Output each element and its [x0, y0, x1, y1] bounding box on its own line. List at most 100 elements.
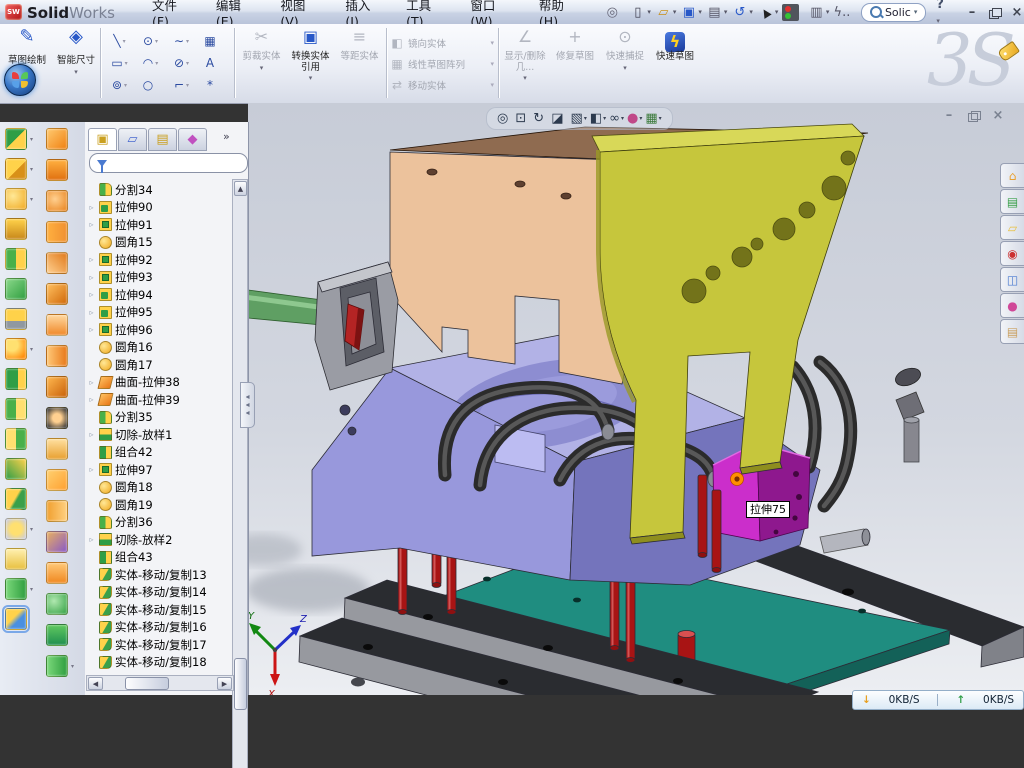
knit-surface-icon[interactable]: ▾ — [46, 469, 68, 491]
smart-dimension-button[interactable]: ◈ 智能尺寸 ▾ — [53, 32, 99, 104]
reference-point-icon[interactable]: ▾ — [5, 518, 27, 540]
replace-face-icon[interactable]: ▾ — [46, 438, 68, 460]
dropdown-caret-icon[interactable]: ▾ — [30, 136, 33, 143]
tree-item[interactable]: ▹ 圆角18 — [87, 479, 231, 497]
search-input[interactable]: Solic ▾ — [861, 3, 926, 22]
spline-tool[interactable]: ∼ ▾ — [166, 30, 197, 52]
doc-minimize-button[interactable]: – — [942, 108, 956, 123]
propertymanager-tab[interactable]: ▱ — [118, 128, 147, 151]
display-style-icon[interactable]: ◧ ▾ — [590, 111, 606, 126]
restore-button[interactable] — [989, 8, 1000, 18]
rebuild-button[interactable]: ▾ — [782, 4, 804, 21]
trim-entities-button[interactable]: ✂ 剪裁实体 ▾ — [238, 32, 285, 84]
dropdown-caret-icon[interactable]: ▾ — [186, 82, 189, 89]
polygon-tool[interactable]: ○ ▾ — [135, 74, 166, 96]
circle-tool[interactable]: ⊙ ▾ — [135, 30, 166, 52]
expand-arrow-icon[interactable]: ▹ — [87, 378, 96, 387]
new-file-button[interactable]: ▯ ▾ — [629, 4, 651, 21]
tree-item[interactable]: ▹ 分割35 — [87, 409, 231, 427]
select-button[interactable]: ▲ ▾ — [757, 4, 779, 21]
dropdown-caret-icon[interactable]: ▾ — [30, 586, 33, 593]
curve-icon[interactable]: ▾ — [5, 578, 27, 600]
tree-item[interactable]: ▹ 实体-移动/复制13 — [87, 566, 231, 584]
text-tool[interactable]: A ▾ — [197, 52, 228, 74]
tree-item[interactable]: ▹ 拉伸93 — [87, 269, 231, 287]
featuremanager-tab[interactable]: ▣ — [88, 128, 117, 151]
planar-surface-icon[interactable]: ▾ — [46, 314, 68, 336]
taskpane-view-palette-tab[interactable]: ◫ — [1000, 267, 1024, 292]
split-icon[interactable]: ▾ — [5, 398, 27, 420]
tree-item[interactable]: ▹ 分割36 — [87, 514, 231, 532]
tree-item[interactable]: ▹ 拉伸91 — [87, 216, 231, 234]
taskpane-file-explorer-tab[interactable]: ▱ — [1000, 215, 1024, 240]
extruded-surface-icon[interactable]: ▾ — [46, 190, 68, 212]
dropdown-caret-icon[interactable]: ▾ — [698, 8, 702, 16]
dropdown-caret-icon[interactable]: ▾ — [603, 115, 606, 122]
doc-restore-button[interactable] — [968, 111, 979, 121]
ruled-surface-icon[interactable]: ▾ — [46, 376, 68, 398]
rotate-view-icon[interactable]: ↻ ▾ — [533, 111, 548, 126]
sketch-fillet-tool[interactable]: ⌐ ▾ — [166, 74, 197, 96]
model-clamp[interactable] — [248, 262, 398, 390]
convert-entities-button[interactable]: ▣ 转换实体引用 ▾ — [287, 32, 334, 84]
delete-face-icon[interactable]: ▾ — [46, 407, 68, 429]
tree-item[interactable]: ▹ 切除-放样1 — [87, 426, 231, 444]
scroll-right-button[interactable]: ▶ — [217, 677, 232, 690]
taskpane-toolbox-tab[interactable]: ◉ — [1000, 241, 1024, 266]
line-tool[interactable]: ╲ ▾ — [104, 30, 135, 52]
dimxpertmanager-tab[interactable]: ◆ — [178, 128, 207, 151]
view-orientation-icon[interactable]: ▧ ▾ — [571, 111, 587, 126]
dropdown-caret-icon[interactable]: ▾ — [238, 63, 285, 74]
vscroll-thumb[interactable] — [234, 658, 247, 710]
tree-item[interactable]: ▹ 圆角17 — [87, 356, 231, 374]
power-select-icon[interactable]: ϟ.. ▾ — [833, 4, 855, 21]
dropdown-caret-icon[interactable]: ▾ — [155, 60, 158, 67]
tree-vscrollbar[interactable]: ▲ ▼ — [232, 179, 248, 768]
repair-sketch-button[interactable]: + 修复草图 ▾ — [552, 32, 598, 84]
search-caret-icon[interactable]: ▾ — [914, 8, 918, 16]
move-copy-body-icon[interactable]: ▾ — [5, 488, 27, 510]
tree-item[interactable]: ▹ 拉伸94 — [87, 286, 231, 304]
swept-boss-icon[interactable]: ▾ — [5, 218, 27, 240]
split-body-icon[interactable]: ▾ — [5, 428, 27, 450]
reference-plane-icon[interactable]: ▾ — [5, 548, 27, 570]
dropdown-caret-icon[interactable]: ▾ — [826, 8, 830, 16]
tree-item[interactable]: ▹ 组合43 — [87, 549, 231, 567]
point-tool[interactable]: * ▾ — [197, 74, 228, 96]
extend-surface-icon[interactable]: ▾ — [46, 500, 68, 522]
chamfer-icon[interactable]: ▾ — [5, 278, 27, 300]
dropdown-caret-icon[interactable]: ▾ — [30, 526, 33, 533]
taskpane-custom-props-tab[interactable]: ▤ — [1000, 319, 1024, 344]
tree-item[interactable]: ▹ 曲面-拉伸39 — [87, 391, 231, 409]
dropdown-caret-icon[interactable]: ▾ — [186, 60, 189, 67]
tree-item[interactable]: ▹ 实体-移动/复制15 — [87, 601, 231, 619]
expand-arrow-icon[interactable]: ▹ — [87, 465, 96, 474]
tree-item[interactable]: ▹ 拉伸96 — [87, 321, 231, 339]
ellipse-tool[interactable]: ⊘ ▾ — [166, 52, 197, 74]
dropdown-caret-icon[interactable]: ▾ — [123, 38, 126, 45]
tree-item[interactable]: ▹ 曲面-拉伸38 — [87, 374, 231, 392]
close-button[interactable]: × — [1010, 5, 1024, 20]
thicken-icon[interactable]: ▾ — [46, 624, 68, 646]
scroll-up-button[interactable]: ▲ — [234, 181, 247, 196]
boss-thin-icon[interactable]: ▾ — [5, 248, 27, 270]
expand-arrow-icon[interactable]: ▹ — [87, 290, 96, 299]
expand-arrow-icon[interactable]: ▹ — [87, 308, 96, 317]
arc-tool[interactable]: ◠ ▾ — [135, 52, 166, 74]
tree-item[interactable]: ▹ 圆角16 — [87, 339, 231, 357]
dropdown-caret-icon[interactable]: ▾ — [490, 60, 494, 68]
panel-flyout-button[interactable]: » — [223, 130, 230, 143]
trim-surface-icon[interactable]: ▾ — [46, 531, 68, 553]
expand-arrow-icon[interactable]: ▹ — [87, 395, 96, 404]
rapid-sketch-button[interactable]: ϟ 快速草图 ▾ — [652, 32, 698, 84]
slot-tool[interactable]: ⊚ ▾ — [104, 74, 135, 96]
freeform-icon[interactable]: ▾ — [46, 655, 68, 677]
mirror-entities-button[interactable]: ◧ 镜向实体 ▾ — [390, 32, 494, 53]
zoom-area-icon[interactable]: ⊡ ▾ — [515, 111, 530, 126]
swept-surface-icon[interactable]: ▾ — [46, 128, 68, 150]
expand-arrow-icon[interactable]: ▹ — [87, 325, 96, 334]
dropdown-caret-icon[interactable]: ▾ — [490, 39, 494, 47]
tree-item[interactable]: ▹ 实体-移动/复制18 — [87, 654, 231, 672]
tree-item[interactable]: ▹ 拉伸95 — [87, 304, 231, 322]
expand-arrow-icon[interactable]: ▹ — [87, 220, 96, 229]
